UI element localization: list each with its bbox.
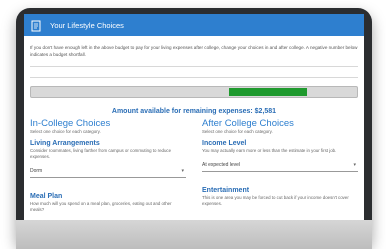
income-level-select[interactable]: At expected level ▾ (202, 160, 358, 172)
in-college-title: In-College Choices (30, 118, 111, 129)
stage: Your Lifestyle Choices If you don't have… (0, 0, 386, 249)
in-college-hint: Select one choice for each category. (30, 129, 101, 134)
budget-bar (30, 86, 358, 98)
device-shadow-base (16, 220, 372, 249)
after-college-hint: Select one choice for each category. (202, 129, 273, 134)
income-level-value: At expected level (202, 162, 241, 168)
header-title: Your Lifestyle Choices (50, 20, 124, 30)
divider (30, 77, 358, 78)
header-bar: Your Lifestyle Choices (24, 14, 364, 36)
income-level-desc: You may actually earn more or less than … (202, 148, 337, 153)
document-icon (30, 19, 42, 32)
budget-bar-fill (229, 88, 307, 96)
divider (30, 66, 358, 67)
after-college-column: After College Choices Select one choice … (202, 118, 358, 207)
meal-plan-desc: How much will you spend on a meal plan, … (30, 201, 172, 212)
meal-plan-title: Meal Plan (30, 193, 63, 200)
chevron-down-icon: ▾ (353, 162, 356, 168)
tablet-screen: Your Lifestyle Choices If you don't have… (24, 14, 364, 220)
entertainment-desc: This is one area you may be forced to cu… (202, 195, 349, 206)
chevron-down-icon: ▾ (181, 168, 184, 174)
living-arrangements-title: Living Arrangements (30, 140, 100, 147)
living-arrangements-select[interactable]: Dorm ▾ (30, 166, 186, 178)
living-arrangements-desc: Consider roommates, living farther from … (30, 148, 172, 159)
entertainment-title: Entertainment (202, 187, 250, 194)
intro-text: If you don't have enough left in the abo… (30, 45, 358, 57)
in-college-column: In-College Choices Select one choice for… (30, 118, 186, 213)
income-level-title: Income Level (202, 140, 247, 147)
living-arrangements-value: Dorm (30, 168, 43, 174)
after-college-title: After College Choices (202, 118, 294, 129)
budget-amount-label: Amount available for remaining expenses:… (111, 108, 277, 115)
